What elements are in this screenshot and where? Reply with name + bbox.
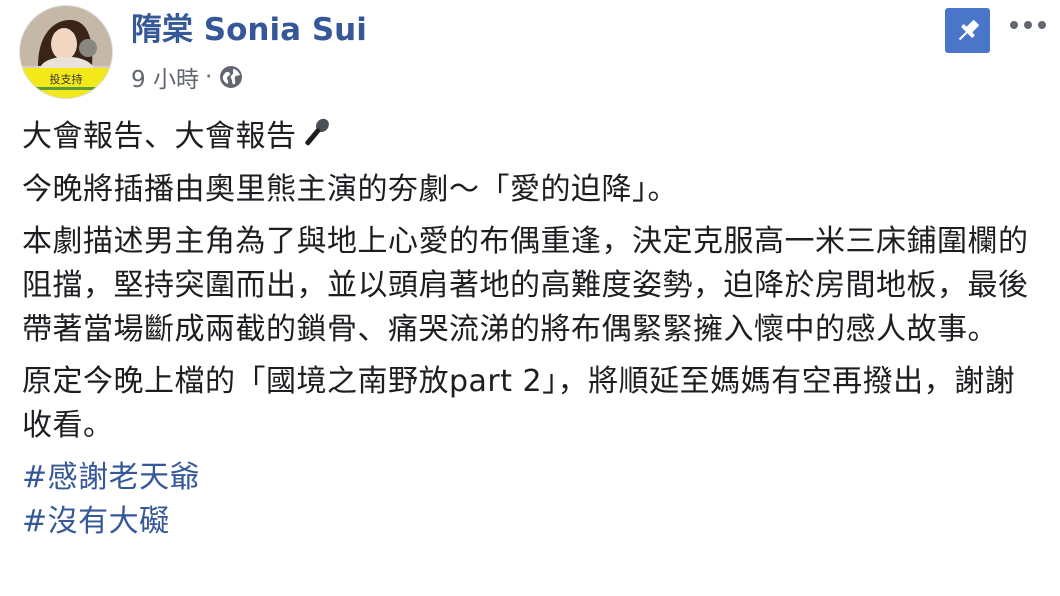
more-dot — [1024, 21, 1032, 29]
facebook-post: 投支持 隋棠 Sonia Sui 9 小時 · 大會報告、大會報告 今晚將插播由… — [0, 0, 1060, 596]
hashtag-link[interactable]: #感謝老天爺 — [22, 456, 1032, 500]
post-timestamp[interactable]: 9 小時 — [131, 60, 199, 94]
hashtag-link[interactable]: #沒有大礙 — [22, 500, 1032, 544]
author-avatar[interactable]: 投支持 — [20, 6, 112, 98]
post-meta: 9 小時 · — [131, 60, 244, 94]
author-name-link[interactable]: 隋棠 Sonia Sui — [131, 9, 367, 51]
more-dot — [1010, 21, 1018, 29]
microphone-icon — [297, 114, 335, 152]
avatar-image: 投支持 — [20, 6, 112, 98]
avatar-badge-text: 投支持 — [50, 72, 83, 86]
more-dot — [1038, 21, 1046, 29]
more-options-icon[interactable] — [1000, 10, 1056, 40]
pin-button[interactable] — [945, 8, 990, 53]
pin-icon — [958, 19, 979, 40]
post-paragraph: 原定今晚上檔的「國境之南野放part 2」，將順延至媽媽有空再撥出，謝謝收看。 — [22, 364, 1016, 443]
post-paragraph: 本劇描述男主角為了與地上心愛的布偶重逢，決定克服高一米三床鋪圍欄的阻擋，堅持突圍… — [22, 224, 1029, 347]
post-body: 大會報告、大會報告 今晚將插播由奧里熊主演的夯劇～「愛的迫降」。 本劇描述男主角… — [22, 114, 1032, 544]
post-paragraph: 今晚將插播由奧里熊主演的夯劇～「愛的迫降」。 — [22, 172, 678, 207]
post-paragraph: 大會報告、大會報告 — [22, 114, 1032, 159]
paragraph-text: 大會報告、大會報告 — [22, 119, 297, 154]
globe-icon[interactable] — [218, 64, 244, 90]
meta-separator: · — [204, 64, 213, 90]
